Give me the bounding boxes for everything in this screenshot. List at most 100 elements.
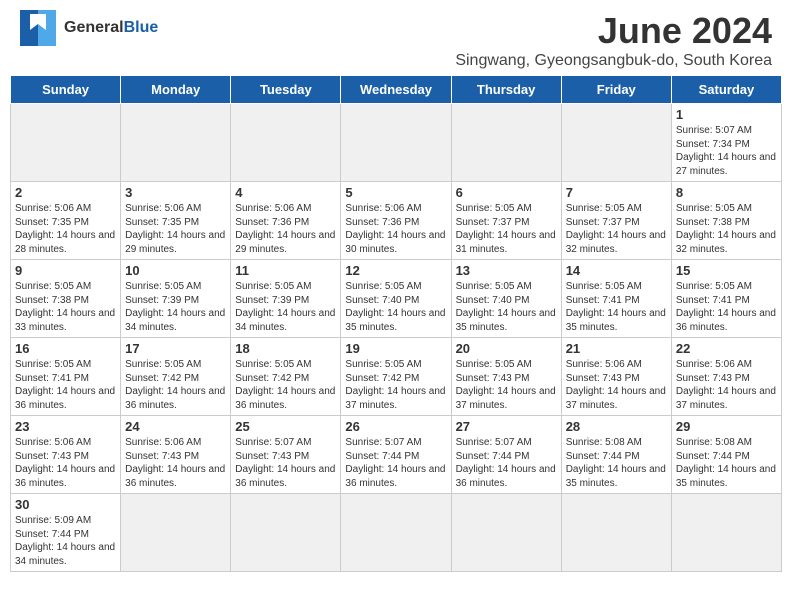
day-info: Sunrise: 5:08 AMSunset: 7:44 PMDaylight:… bbox=[676, 436, 777, 490]
day-cell: 16 Sunrise: 5:05 AMSunset: 7:41 PMDayligh… bbox=[11, 338, 121, 416]
day-info: Sunrise: 5:07 AMSunset: 7:44 PMDaylight:… bbox=[345, 436, 446, 490]
day-cell: 26 Sunrise: 5:07 AMSunset: 7:44 PMDayligh… bbox=[341, 416, 451, 494]
day-number: 11 bbox=[235, 263, 336, 278]
day-number: 10 bbox=[125, 263, 226, 278]
day-cell: 17 Sunrise: 5:05 AMSunset: 7:42 PMDayligh… bbox=[121, 338, 231, 416]
day-cell: 18 Sunrise: 5:05 AMSunset: 7:42 PMDayligh… bbox=[231, 338, 341, 416]
day-cell bbox=[341, 494, 451, 572]
page-header: GeneralBlue June 2024 Singwang, Gyeongsa… bbox=[0, 0, 792, 75]
day-cell: 15 Sunrise: 5:05 AMSunset: 7:41 PMDayligh… bbox=[671, 260, 781, 338]
day-info: Sunrise: 5:05 AMSunset: 7:41 PMDaylight:… bbox=[566, 280, 667, 334]
month-year-title: June 2024 bbox=[455, 10, 772, 52]
day-number: 7 bbox=[566, 185, 667, 200]
day-info: Sunrise: 5:05 AMSunset: 7:42 PMDaylight:… bbox=[125, 358, 226, 412]
day-number: 30 bbox=[15, 497, 116, 512]
week-row-3: 16 Sunrise: 5:05 AMSunset: 7:41 PMDayligh… bbox=[11, 338, 782, 416]
week-row-4: 23 Sunrise: 5:06 AMSunset: 7:43 PMDayligh… bbox=[11, 416, 782, 494]
day-info: Sunrise: 5:05 AMSunset: 7:42 PMDaylight:… bbox=[345, 358, 446, 412]
day-cell: 11 Sunrise: 5:05 AMSunset: 7:39 PMDayligh… bbox=[231, 260, 341, 338]
day-cell: 21Sunrise: 5:06 AMSunset: 7:43 PMDayligh… bbox=[561, 338, 671, 416]
day-number: 26 bbox=[345, 419, 446, 434]
day-number: 1 bbox=[676, 107, 777, 122]
day-cell: 23 Sunrise: 5:06 AMSunset: 7:43 PMDayligh… bbox=[11, 416, 121, 494]
day-number: 6 bbox=[456, 185, 557, 200]
day-header-row: SundayMondayTuesdayWednesdayThursdayFrid… bbox=[11, 76, 782, 104]
day-number: 28 bbox=[566, 419, 667, 434]
day-header-monday: Monday bbox=[121, 76, 231, 104]
day-number: 13 bbox=[456, 263, 557, 278]
day-number: 3 bbox=[125, 185, 226, 200]
logo-icon bbox=[20, 10, 56, 46]
day-number: 19 bbox=[345, 341, 446, 356]
day-info: Sunrise: 5:05 AMSunset: 7:41 PMDaylight:… bbox=[676, 280, 777, 334]
day-cell bbox=[341, 104, 451, 182]
day-cell bbox=[11, 104, 121, 182]
day-number: 2 bbox=[15, 185, 116, 200]
day-number: 12 bbox=[345, 263, 446, 278]
day-number: 16 bbox=[15, 341, 116, 356]
day-cell: 13 Sunrise: 5:05 AMSunset: 7:40 PMDayligh… bbox=[451, 260, 561, 338]
location-subtitle: Singwang, Gyeongsangbuk-do, South Korea bbox=[455, 52, 772, 70]
day-cell: 9Sunrise: 5:05 AMSunset: 7:38 PMDaylight… bbox=[11, 260, 121, 338]
day-cell bbox=[561, 104, 671, 182]
week-row-2: 9Sunrise: 5:05 AMSunset: 7:38 PMDaylight… bbox=[11, 260, 782, 338]
day-cell: 22 Sunrise: 5:06 AMSunset: 7:43 PMDayligh… bbox=[671, 338, 781, 416]
day-number: 18 bbox=[235, 341, 336, 356]
day-header-friday: Friday bbox=[561, 76, 671, 104]
day-cell: 29 Sunrise: 5:08 AMSunset: 7:44 PMDayligh… bbox=[671, 416, 781, 494]
day-info: Sunrise: 5:06 AMSunset: 7:35 PMDaylight:… bbox=[125, 202, 226, 256]
day-info: Sunrise: 5:05 AMSunset: 7:42 PMDaylight:… bbox=[235, 358, 336, 412]
day-number: 23 bbox=[15, 419, 116, 434]
day-info: Sunrise: 5:07 AMSunset: 7:44 PMDaylight:… bbox=[456, 436, 557, 490]
day-header-sunday: Sunday bbox=[11, 76, 121, 104]
day-info: Sunrise: 5:05 AMSunset: 7:39 PMDaylight:… bbox=[235, 280, 336, 334]
day-info: Sunrise: 5:06 AMSunset: 7:36 PMDaylight:… bbox=[345, 202, 446, 256]
day-number: 29 bbox=[676, 419, 777, 434]
day-info: Sunrise: 5:05 AMSunset: 7:41 PMDaylight:… bbox=[15, 358, 116, 412]
day-info: Sunrise: 5:05 AMSunset: 7:38 PMDaylight:… bbox=[676, 202, 777, 256]
day-number: 22 bbox=[676, 341, 777, 356]
day-info: Sunrise: 5:06 AMSunset: 7:43 PMDaylight:… bbox=[15, 436, 116, 490]
day-cell: 24Sunrise: 5:06 AMSunset: 7:43 PMDayligh… bbox=[121, 416, 231, 494]
day-number: 17 bbox=[125, 341, 226, 356]
day-info: Sunrise: 5:05 AMSunset: 7:43 PMDaylight:… bbox=[456, 358, 557, 412]
day-cell bbox=[231, 494, 341, 572]
week-row-0: 1 Sunrise: 5:07 AMSunset: 7:34 PMDaylight… bbox=[11, 104, 782, 182]
day-info: Sunrise: 5:05 AMSunset: 7:39 PMDaylight:… bbox=[125, 280, 226, 334]
day-cell bbox=[561, 494, 671, 572]
week-row-1: 2 Sunrise: 5:06 AMSunset: 7:35 PMDaylight… bbox=[11, 182, 782, 260]
day-number: 5 bbox=[345, 185, 446, 200]
day-cell: 1 Sunrise: 5:07 AMSunset: 7:34 PMDaylight… bbox=[671, 104, 781, 182]
day-cell: 8Sunrise: 5:05 AMSunset: 7:38 PMDaylight… bbox=[671, 182, 781, 260]
day-cell: 20 Sunrise: 5:05 AMSunset: 7:43 PMDayligh… bbox=[451, 338, 561, 416]
day-cell: 6 Sunrise: 5:05 AMSunset: 7:37 PMDaylight… bbox=[451, 182, 561, 260]
day-header-thursday: Thursday bbox=[451, 76, 561, 104]
title-area: June 2024 Singwang, Gyeongsangbuk-do, So… bbox=[455, 10, 772, 70]
day-info: Sunrise: 5:06 AMSunset: 7:35 PMDaylight:… bbox=[15, 202, 116, 256]
day-cell: 12 Sunrise: 5:05 AMSunset: 7:40 PMDayligh… bbox=[341, 260, 451, 338]
page-container: GeneralBlue June 2024 Singwang, Gyeongsa… bbox=[0, 0, 792, 582]
day-info: Sunrise: 5:06 AMSunset: 7:43 PMDaylight:… bbox=[676, 358, 777, 412]
day-info: Sunrise: 5:09 AMSunset: 7:44 PMDaylight:… bbox=[15, 514, 116, 568]
day-number: 20 bbox=[456, 341, 557, 356]
day-cell: 5 Sunrise: 5:06 AMSunset: 7:36 PMDaylight… bbox=[341, 182, 451, 260]
day-info: Sunrise: 5:06 AMSunset: 7:36 PMDaylight:… bbox=[235, 202, 336, 256]
day-cell: 4Sunrise: 5:06 AMSunset: 7:36 PMDaylight… bbox=[231, 182, 341, 260]
day-cell: 28Sunrise: 5:08 AMSunset: 7:44 PMDayligh… bbox=[561, 416, 671, 494]
day-cell bbox=[451, 494, 561, 572]
week-row-5: 30 Sunrise: 5:09 AMSunset: 7:44 PMDayligh… bbox=[11, 494, 782, 572]
day-number: 15 bbox=[676, 263, 777, 278]
day-info: Sunrise: 5:05 AMSunset: 7:37 PMDaylight:… bbox=[456, 202, 557, 256]
day-cell: 30 Sunrise: 5:09 AMSunset: 7:44 PMDayligh… bbox=[11, 494, 121, 572]
day-cell: 14 Sunrise: 5:05 AMSunset: 7:41 PMDayligh… bbox=[561, 260, 671, 338]
calendar-table: SundayMondayTuesdayWednesdayThursdayFrid… bbox=[10, 75, 782, 572]
day-cell bbox=[231, 104, 341, 182]
day-header-tuesday: Tuesday bbox=[231, 76, 341, 104]
day-header-saturday: Saturday bbox=[671, 76, 781, 104]
day-number: 14 bbox=[566, 263, 667, 278]
day-info: Sunrise: 5:05 AMSunset: 7:40 PMDaylight:… bbox=[456, 280, 557, 334]
day-info: Sunrise: 5:05 AMSunset: 7:40 PMDaylight:… bbox=[345, 280, 446, 334]
day-info: Sunrise: 5:05 AMSunset: 7:37 PMDaylight:… bbox=[566, 202, 667, 256]
day-cell bbox=[121, 104, 231, 182]
day-info: Sunrise: 5:07 AMSunset: 7:34 PMDaylight:… bbox=[676, 124, 777, 178]
